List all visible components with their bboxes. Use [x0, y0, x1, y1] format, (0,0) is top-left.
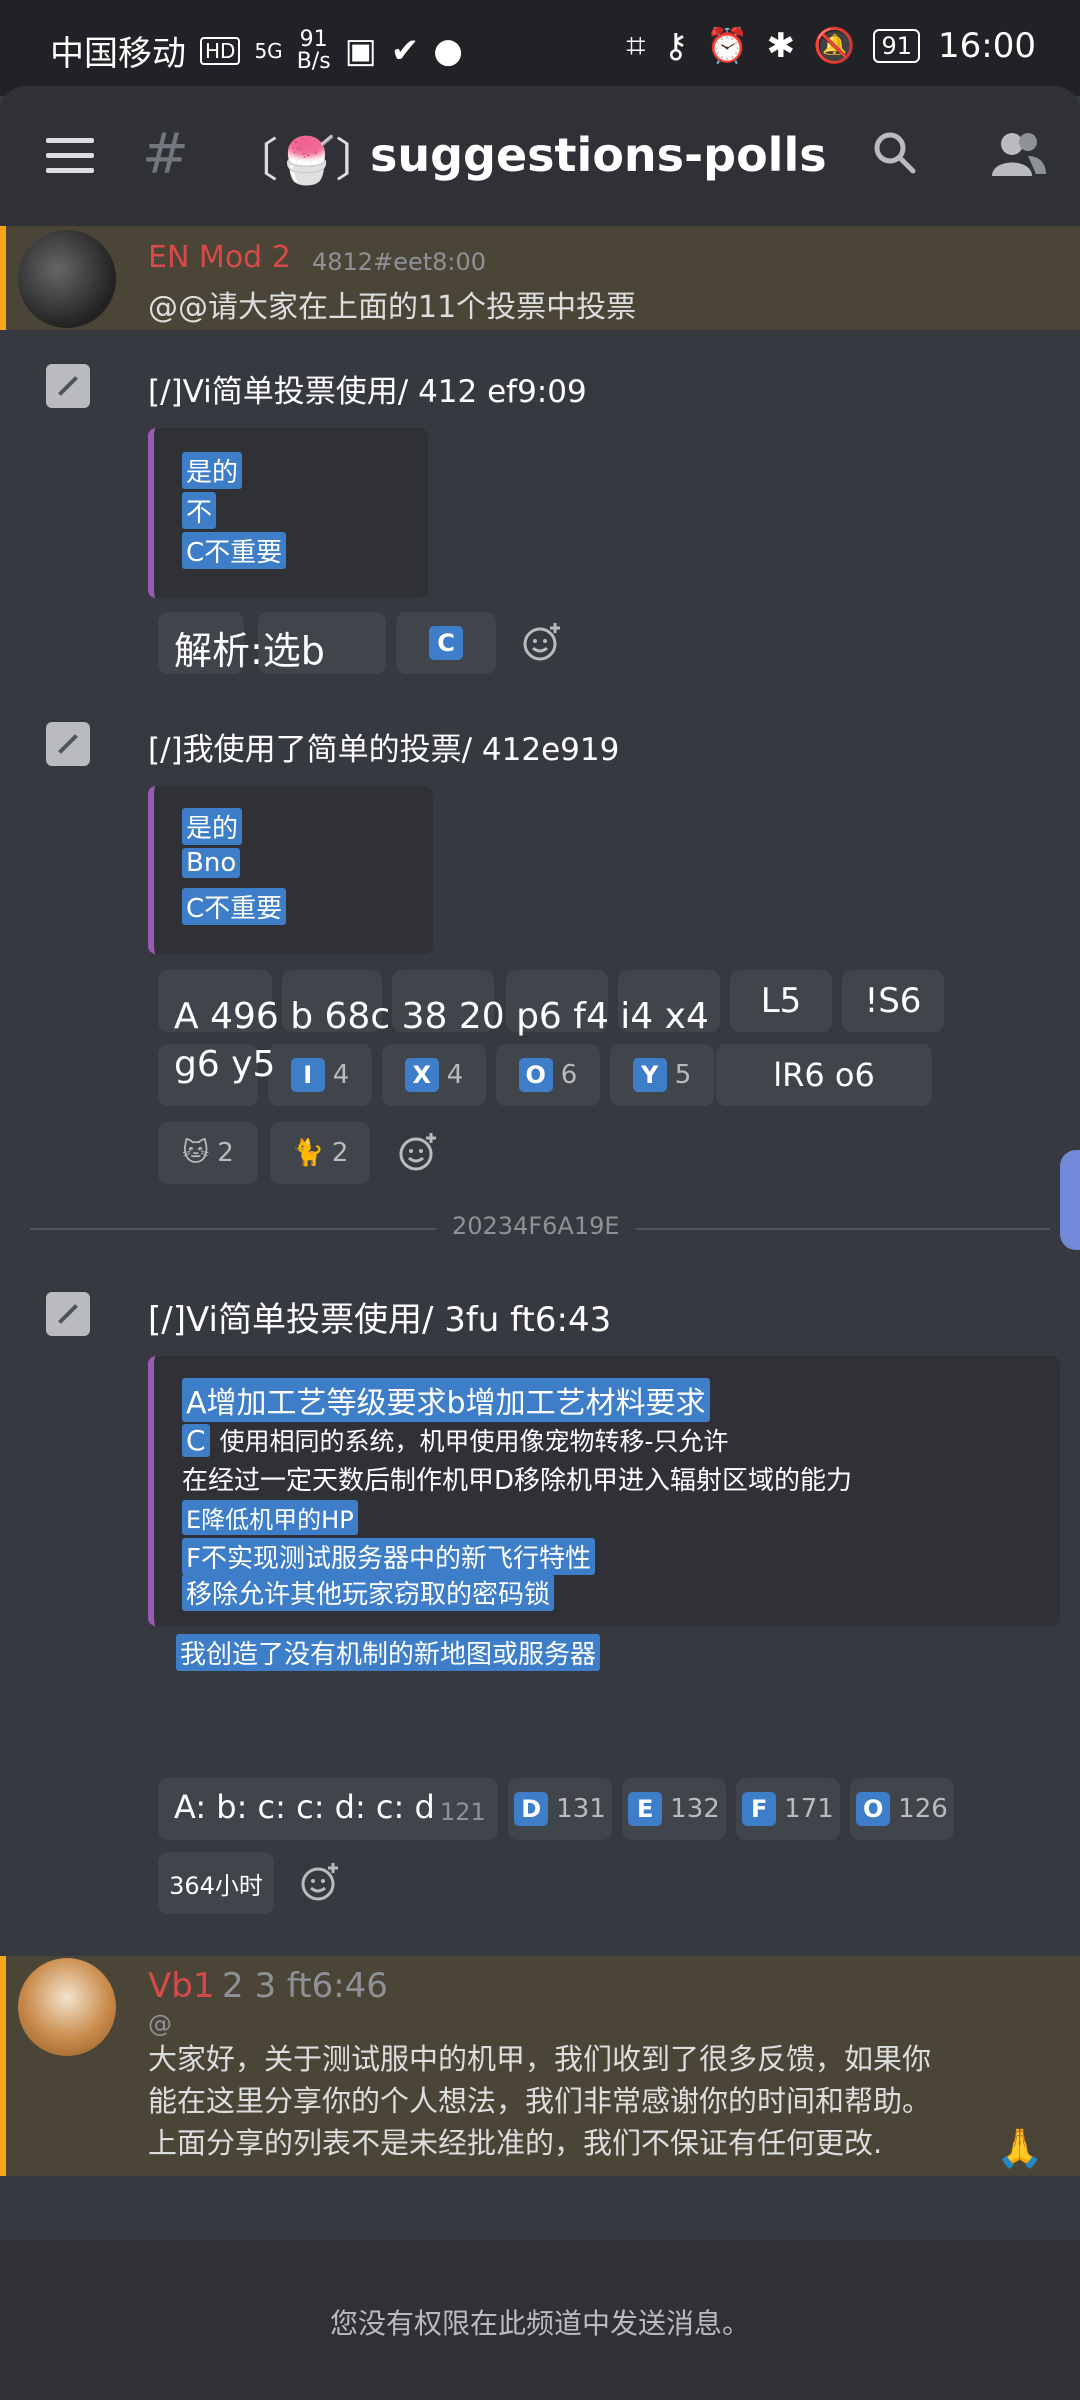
- reaction-i[interactable]: I4: [268, 1044, 372, 1106]
- timestamp: 4812#eet8:00: [312, 248, 487, 276]
- command-line: [/]Vi简单投票使用/ 412 ef9:09: [148, 374, 587, 410]
- username[interactable]: EN Mod 2: [148, 240, 291, 275]
- message-list[interactable]: EN Mod 2 4812#eet8:00 @@请大家在上面的11个投票中投票 …: [0, 226, 1080, 2176]
- poll-option: 在经过一定天数后制作机甲D移除机甲进入辐射区域的能力: [182, 1466, 853, 1496]
- qq-icon: ●: [433, 30, 463, 71]
- mute-icon: 🔕: [813, 26, 856, 66]
- reaction-d[interactable]: D 131: [508, 1778, 612, 1840]
- hamburger-icon[interactable]: [46, 138, 94, 174]
- reaction-summary-2: g6 y5: [174, 1044, 276, 1085]
- side-panel-tab[interactable]: [1060, 1150, 1080, 1250]
- poll-option: C不重要: [182, 888, 288, 925]
- reaction-x[interactable]: X4: [382, 1044, 486, 1106]
- reaction-o[interactable]: O 126: [850, 1778, 954, 1840]
- command-line: [/]我使用了简单的投票/ 412e919: [148, 732, 620, 768]
- channel-emoji: 〔🍧〕: [232, 133, 382, 187]
- check-icon: ✔: [390, 30, 420, 71]
- reaction-count: 121: [440, 1798, 486, 1826]
- poll-option: A增加工艺等级要求b增加工艺材料要求: [182, 1378, 712, 1422]
- message-text: @@请大家在上面的11个投票中投票: [148, 290, 637, 325]
- poll-option: 是的: [182, 808, 244, 845]
- date-divider-label: 20234F6A19E: [436, 1212, 636, 1240]
- slash-command-icon: [46, 1292, 90, 1336]
- status-bar: 中国移动 HD 5G 91 B/s ▣ ✔ ● ⌗ ⚷ ⏰ ✱ 🔕 91 16:0…: [0, 0, 1080, 96]
- avatar[interactable]: [18, 1958, 116, 2056]
- message-highlighted: EN Mod 2 4812#eet8:00 @@请大家在上面的11个投票中投票: [0, 226, 1080, 330]
- reaction-f[interactable]: F 171: [736, 1778, 840, 1840]
- reaction-r[interactable]: lR6 o6: [716, 1044, 932, 1106]
- avatar[interactable]: [18, 230, 116, 328]
- reaction-y[interactable]: Y5: [610, 1044, 714, 1106]
- clock: 16:00: [938, 26, 1036, 66]
- composer-disabled: 您没有权限在此频道中发送消息。: [0, 2240, 1080, 2400]
- reaction-summary: A: b: c: c: d: c: d: [174, 1788, 435, 1826]
- emoji-reaction[interactable]: 🐱 2: [158, 1122, 258, 1184]
- battery-indicator: 91: [873, 29, 921, 63]
- reaction-l[interactable]: L5: [730, 970, 832, 1032]
- search-icon[interactable]: [872, 130, 916, 174]
- message-highlighted: Vb1 2 3 ft6:46 @ 大家好，关于测试服中的机甲，我们收到了很多反馈…: [0, 1956, 1080, 2176]
- reaction-o[interactable]: O6: [496, 1044, 600, 1106]
- poll-option: 是的: [182, 452, 244, 489]
- channel-hash-icon: #: [142, 122, 189, 187]
- username[interactable]: Vb1: [148, 1966, 214, 2006]
- poll-option: F不实现测试服务器中的新飞行特性: [182, 1538, 597, 1575]
- reaction-s[interactable]: !S6: [842, 970, 944, 1032]
- slash-command-icon: [46, 364, 90, 408]
- poll-option: 移除允许其他玩家窃取的密码锁: [182, 1574, 556, 1611]
- slash-command-icon: [46, 722, 90, 766]
- alarm-icon: ⏰: [706, 26, 749, 66]
- poll-option: 不: [182, 492, 218, 529]
- message-text: 大家好，关于测试服中的机甲，我们收到了很多反馈，如果你: [148, 2042, 932, 2076]
- bluetooth-icon: ✱: [766, 26, 796, 66]
- cast-icon: ⌗: [626, 26, 646, 66]
- hours-reaction[interactable]: 364小时: [158, 1852, 274, 1914]
- poll-option: 我创造了没有机制的新地图或服务器: [176, 1634, 602, 1671]
- key-icon: ⚷: [663, 26, 689, 66]
- poll-option: Bno: [182, 848, 242, 878]
- reaction-summary: 解析:选b: [174, 629, 325, 673]
- net-speed: 91 B/s: [296, 26, 331, 74]
- message-text: 能在这里分享你的个人想法，我们非常感谢你的时间和帮助。: [148, 2084, 932, 2118]
- members-icon[interactable]: [990, 128, 1046, 180]
- channel-header: # 〔🍧〕 suggestions-polls: [0, 86, 1080, 226]
- poll-embed: 是的 不 C不重要: [148, 428, 428, 598]
- timestamp: 2 3 ft6:46: [222, 1966, 388, 2006]
- poll-option: E降低机甲的HP: [182, 1500, 360, 1535]
- poll-embed: A增加工艺等级要求b增加工艺材料要求 C 使用相同的系统，机甲使用像宠物转移-只…: [148, 1356, 1060, 1626]
- add-reaction-icon[interactable]: [522, 622, 562, 662]
- mention: @: [148, 2010, 172, 2038]
- command-line: [/]Vi简单投票使用/ 3fu ft6:43: [148, 1300, 612, 1340]
- channel-title: suggestions-polls: [370, 128, 827, 182]
- signal-icon: 5G: [254, 38, 283, 63]
- add-reaction-icon[interactable]: [398, 1132, 438, 1172]
- reaction-e[interactable]: E 132: [622, 1778, 726, 1840]
- poll-option: C 使用相同的系统，机甲使用像宠物转移-只允许: [182, 1422, 729, 1458]
- no-permission-text: 您没有权限在此频道中发送消息。: [329, 2307, 750, 2340]
- emoji-reaction[interactable]: 🐈 2: [270, 1122, 370, 1184]
- app-icon: ▣: [344, 30, 377, 71]
- message-text: 上面分享的列表不是未经批准的，我们不保证有任何更改.: [148, 2126, 883, 2160]
- poll-embed: 是的 Bno C不重要: [148, 786, 433, 954]
- carrier-label: 中国移动: [50, 34, 186, 74]
- pray-emoji: 🙏: [996, 2126, 1044, 2170]
- poll-option: C不重要: [182, 532, 288, 569]
- add-reaction-icon[interactable]: [300, 1862, 340, 1902]
- hd-badge: HD: [200, 36, 241, 65]
- reaction-c[interactable]: C: [396, 612, 496, 674]
- reaction-summary: A 496 b 68c 38 20 p6 f4 i4 x4: [174, 996, 709, 1037]
